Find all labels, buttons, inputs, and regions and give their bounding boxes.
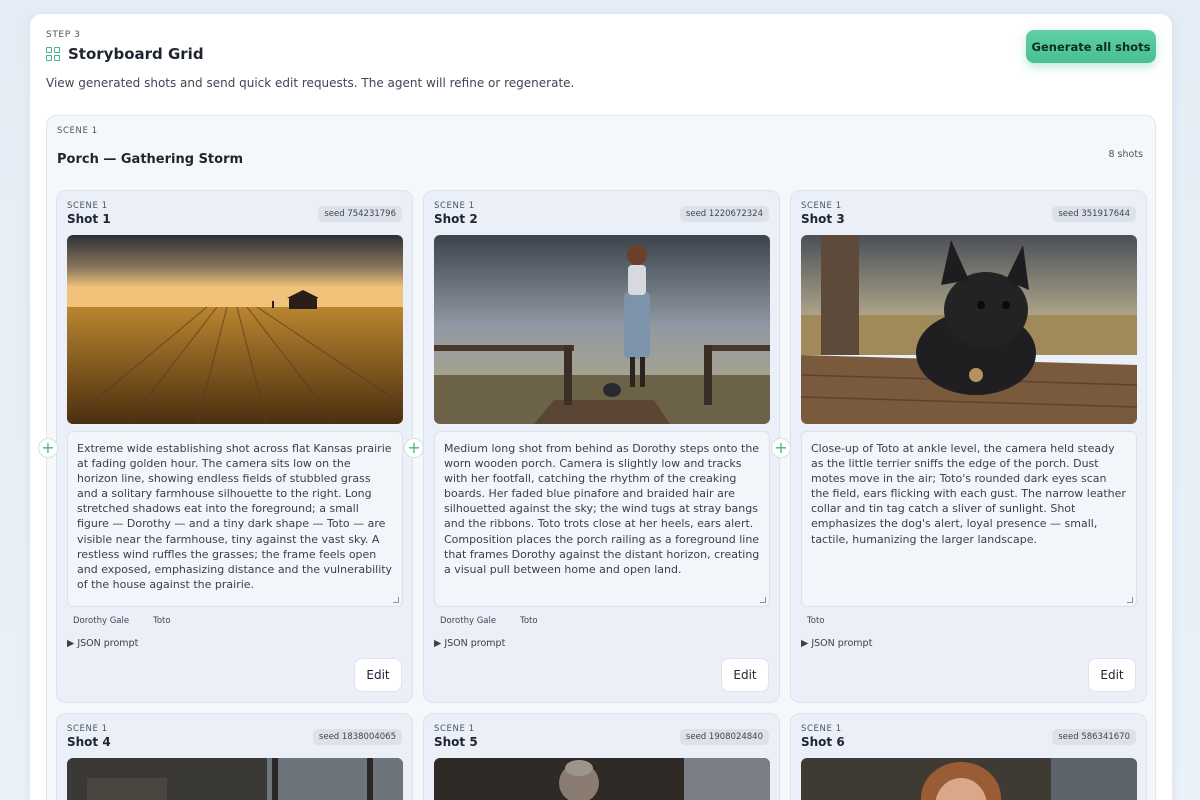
shot-scene-label: SCENE 1: [67, 724, 108, 734]
insert-shot-plus-icon[interactable]: +: [771, 438, 791, 458]
seed-badge: seed 1908024840: [679, 729, 769, 745]
title-row: Storyboard Grid: [46, 45, 204, 63]
shot-card: SCENE 1 Shot 2 seed 1220672324 Medium lo…: [423, 190, 780, 703]
shot-title: Shot 2: [434, 212, 478, 226]
shot-prompt-textarea[interactable]: Close-up of Toto at ankle level, the cam…: [801, 431, 1137, 607]
character-tag: Dorothy Gale: [440, 616, 497, 626]
scene-section: SCENE 1 Porch — Gathering Storm 8 shots …: [38, 115, 1156, 800]
shot-card: SCENE 1 Shot 5 seed 1908024840: [423, 713, 780, 800]
shot-image[interactable]: [434, 758, 770, 800]
shot-title: Shot 3: [801, 212, 845, 226]
shot-card: SCENE 1 Shot 3 seed 351917644 Close-up o…: [790, 190, 1147, 703]
seed-badge: seed 1838004065: [312, 729, 402, 745]
shot-card: SCENE 1 Shot 4 seed 1838004065: [56, 713, 413, 800]
seed-badge: seed 586341670: [1052, 729, 1136, 745]
character-tag: Dorothy Gale: [73, 616, 130, 626]
json-prompt-toggle[interactable]: ▶ JSON prompt: [434, 638, 505, 649]
shot-scene-label: SCENE 1: [801, 724, 842, 734]
shot-scene-label: SCENE 1: [434, 724, 475, 734]
seed-badge: seed 351917644: [1052, 206, 1136, 222]
shot-image[interactable]: [801, 235, 1137, 424]
generate-all-shots-button[interactable]: Generate all shots: [1026, 30, 1156, 63]
shot-title: Shot 1: [67, 212, 111, 226]
character-tags: Dorothy Gale Toto: [434, 616, 544, 626]
edit-button[interactable]: Edit: [1088, 658, 1136, 692]
shot-card: SCENE 1 Shot 1 seed 754231796 Extreme wi…: [56, 190, 413, 703]
character-tag: Toto: [153, 616, 171, 626]
character-tag: Toto: [807, 616, 825, 626]
json-prompt-toggle[interactable]: ▶ JSON prompt: [801, 638, 872, 649]
step-label: STEP 3: [46, 30, 81, 40]
storyboard-panel: STEP 3 Storyboard Grid View generated sh…: [30, 14, 1172, 800]
resize-handle-icon[interactable]: [760, 597, 766, 603]
scene-label: SCENE 1: [57, 126, 98, 136]
seed-badge: seed 754231796: [318, 206, 402, 222]
page-title: Storyboard Grid: [68, 45, 204, 63]
insert-shot-plus-icon[interactable]: +: [404, 438, 424, 458]
edit-button[interactable]: Edit: [354, 658, 402, 692]
shot-prompt-textarea[interactable]: Medium long shot from behind as Dorothy …: [434, 431, 770, 607]
shot-scene-label: SCENE 1: [434, 201, 475, 211]
grid-icon: [46, 47, 60, 61]
shot-count: 8 shots: [1108, 149, 1143, 160]
shot-card: SCENE 1 Shot 6 seed 586341670: [790, 713, 1147, 800]
shot-title: Shot 6: [801, 735, 845, 749]
shot-title: Shot 4: [67, 735, 111, 749]
page-subtitle: View generated shots and send quick edit…: [46, 76, 575, 90]
scene-title: Porch — Gathering Storm: [57, 152, 244, 167]
character-tag: Toto: [520, 616, 538, 626]
edit-button[interactable]: Edit: [721, 658, 769, 692]
shot-image[interactable]: [67, 758, 403, 800]
shot-scene-label: SCENE 1: [801, 201, 842, 211]
seed-badge: seed 1220672324: [679, 206, 769, 222]
shot-image[interactable]: [801, 758, 1137, 800]
character-tags: Dorothy Gale Toto: [67, 616, 177, 626]
character-tags: Toto: [801, 616, 830, 626]
resize-handle-icon[interactable]: [1127, 597, 1133, 603]
shot-scene-label: SCENE 1: [67, 201, 108, 211]
shot-image[interactable]: [67, 235, 403, 424]
resize-handle-icon[interactable]: [393, 597, 399, 603]
insert-shot-plus-icon[interactable]: +: [38, 438, 58, 458]
json-prompt-toggle[interactable]: ▶ JSON prompt: [67, 638, 138, 649]
shot-prompt-textarea[interactable]: Extreme wide establishing shot across fl…: [67, 431, 403, 607]
shot-title: Shot 5: [434, 735, 478, 749]
shot-image[interactable]: [434, 235, 770, 424]
